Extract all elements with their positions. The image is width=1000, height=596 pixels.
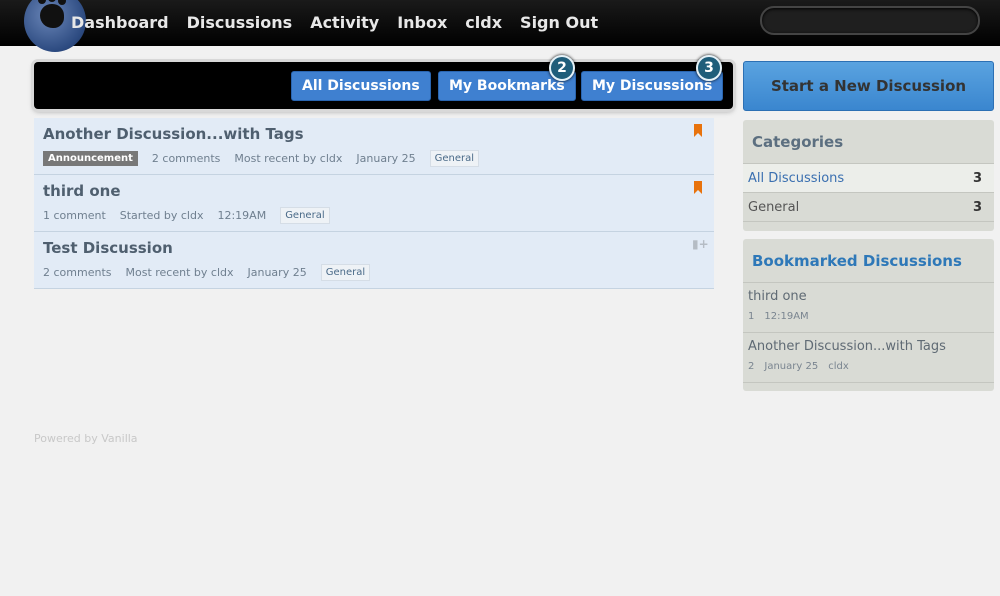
- bookmarked-discussions-panel: Bookmarked Discussions third one 1 12:19…: [743, 239, 994, 391]
- category-tag[interactable]: General: [280, 207, 330, 224]
- category-tag[interactable]: General: [429, 150, 480, 167]
- nav-dashboard[interactable]: Dashboard: [71, 13, 169, 32]
- bookmarked-heading: Bookmarked Discussions: [743, 239, 994, 283]
- bookmark-icon[interactable]: [694, 124, 702, 137]
- bookmarked-count: 1: [748, 311, 755, 322]
- bookmark-icon[interactable]: [694, 181, 702, 194]
- nav-discussions[interactable]: Discussions: [187, 13, 293, 32]
- my-discussions-count-badge: 3: [696, 55, 722, 81]
- bookmarked-count: 2: [748, 361, 755, 372]
- add-bookmark-icon[interactable]: ▮+: [692, 238, 709, 251]
- nav-activity[interactable]: Activity: [310, 13, 379, 32]
- bookmarked-title[interactable]: third one: [748, 289, 989, 304]
- list-item[interactable]: Test Discussion ▮+ 2 comments Most recen…: [34, 232, 714, 289]
- main-nav: Dashboard Discussions Activity Inbox cld…: [71, 13, 616, 32]
- discussion-title[interactable]: third one: [43, 182, 121, 200]
- bookmarked-meta: 1 12:19AM: [748, 311, 989, 322]
- bookmarked-date: January 25: [764, 361, 819, 372]
- categories-panel: Categories All Discussions 3 General 3: [743, 120, 994, 231]
- category-name: General: [748, 199, 800, 215]
- top-bar: Dashboard Discussions Activity Inbox cld…: [0, 0, 1000, 52]
- activity-date: 12:19AM: [217, 209, 267, 222]
- discussion-meta: Announcement 2 comments Most recent by c…: [43, 150, 493, 167]
- last-activity: Most recent by cldx: [125, 266, 234, 279]
- activity-date: January 25: [356, 152, 416, 165]
- powered-by-link[interactable]: Powered by Vanilla: [34, 432, 138, 445]
- search-input[interactable]: [760, 6, 980, 35]
- discussion-meta: 1 comment Started by cldx 12:19AM Genera…: [43, 207, 344, 224]
- bookmarks-count-badge: 2: [549, 55, 575, 81]
- comment-count: 1 comment: [43, 209, 106, 222]
- discussion-meta: 2 comments Most recent by cldx January 2…: [43, 264, 384, 281]
- discussion-list: Another Discussion...with Tags Announcem…: [34, 118, 714, 289]
- list-item[interactable]: Another Discussion...with Tags Announcem…: [34, 118, 714, 175]
- bookmarked-user[interactable]: cldx: [828, 361, 849, 372]
- nav-sign-out[interactable]: Sign Out: [520, 13, 598, 32]
- list-item[interactable]: third one 1 comment Started by cldx 12:1…: [34, 175, 714, 232]
- categories-heading: Categories: [743, 120, 994, 164]
- bookmarked-meta: 2 January 25 cldx: [748, 361, 989, 372]
- comment-count: 2 comments: [151, 152, 221, 165]
- discussion-title[interactable]: Test Discussion: [43, 239, 173, 257]
- comment-count: 2 comments: [43, 266, 112, 279]
- category-count: 3: [972, 170, 982, 186]
- activity-date: January 25: [247, 266, 307, 279]
- category-tag[interactable]: General: [320, 264, 371, 281]
- bookmarked-title[interactable]: Another Discussion...with Tags: [748, 339, 989, 354]
- bookmarked-item[interactable]: third one 1 12:19AM: [743, 283, 994, 333]
- start-new-discussion-button[interactable]: Start a New Discussion: [743, 61, 994, 111]
- last-activity: Started by cldx: [119, 209, 204, 222]
- bookmarked-item[interactable]: Another Discussion...with Tags 2 January…: [743, 333, 994, 383]
- category-item-general[interactable]: General 3: [743, 193, 994, 222]
- announcement-tag: Announcement: [43, 151, 138, 166]
- nav-inbox[interactable]: Inbox: [397, 13, 447, 32]
- nav-profile[interactable]: cldx: [465, 13, 502, 32]
- category-name: All Discussions: [748, 170, 845, 186]
- tab-all-discussions[interactable]: All Discussions: [291, 71, 431, 101]
- last-activity: Most recent by cldx: [234, 152, 343, 165]
- category-count: 3: [972, 199, 982, 215]
- category-item-all[interactable]: All Discussions 3: [743, 164, 994, 193]
- discussion-tabs: All Discussions My Bookmarks 2 My Discus…: [34, 55, 733, 109]
- bookmarked-date: 12:19AM: [764, 311, 809, 322]
- discussion-title[interactable]: Another Discussion...with Tags: [43, 125, 304, 143]
